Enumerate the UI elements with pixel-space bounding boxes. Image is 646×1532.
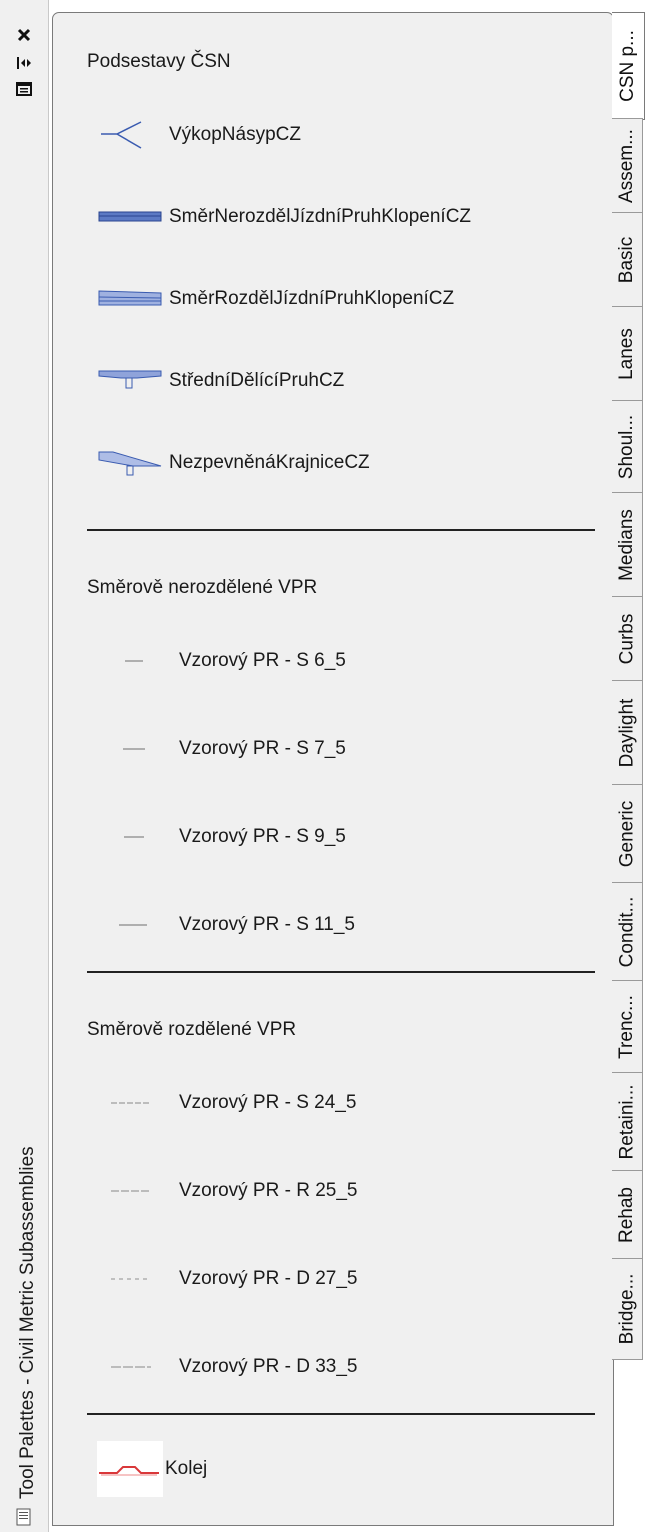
tool-item[interactable]: Vzorový PR - S 11_5 [97, 905, 355, 945]
assembly-preview-icon [97, 1259, 177, 1299]
tab-trench[interactable]: Trenc... [612, 980, 643, 1074]
section-divider [87, 971, 595, 973]
tool-item[interactable]: Vzorový PR - D 33_5 [97, 1347, 357, 1387]
tool-label: Vzorový PR - D 33_5 [179, 1356, 358, 1377]
daylight-slope-icon [97, 115, 167, 155]
tool-label: Vzorový PR - S 24_5 [179, 1092, 357, 1113]
tool-label: SměrNerozdělJízdníPruhKlopeníCZ [169, 206, 472, 227]
assembly-preview-icon [97, 1083, 177, 1123]
tool-item[interactable]: NezpevněnáKrajniceCZ [97, 443, 370, 483]
tool-label: VýkopNásypCZ [169, 124, 301, 145]
section-title: Podsestavy ČSN [87, 51, 231, 72]
tool-item[interactable]: Vzorový PR - S 7_5 [97, 729, 346, 769]
section-title: Směrově rozdělené VPR [87, 1019, 297, 1040]
assembly-preview-icon [97, 1347, 177, 1387]
tab-assemblies[interactable]: Assem... [612, 118, 643, 214]
palette-tabs: CSN p... Assem... Basic Lanes Shoul... M… [612, 12, 646, 1512]
assembly-preview-icon [97, 817, 177, 857]
assembly-preview-icon [97, 641, 177, 681]
tool-item[interactable]: Vzorový PR - D 27_5 [97, 1259, 357, 1299]
tool-label: Vzorový PR - S 9_5 [179, 826, 346, 847]
tool-label: Vzorový PR - S 7_5 [179, 738, 346, 759]
section-divider [87, 529, 595, 531]
tool-item[interactable]: SměrRozdělJízdníPruhKlopeníCZ [97, 279, 454, 319]
tool-label: NezpevněnáKrajniceCZ [169, 452, 370, 473]
palette-title-bar[interactable]: Tool Palettes - Civil Metric Subassembli… [0, 0, 49, 1532]
section-title: Směrově nerozdělené VPR [87, 577, 318, 598]
tab-csn[interactable]: CSN p... [612, 12, 645, 120]
tool-item[interactable]: SměrNerozdělJízdníPruhKlopeníCZ [97, 197, 471, 237]
tab-lanes[interactable]: Lanes [612, 306, 643, 402]
tool-item[interactable]: StředníDělícíPruhCZ [97, 361, 344, 401]
tab-rehab[interactable]: Rehab [612, 1170, 643, 1260]
tab-retaining[interactable]: Retaini... [612, 1072, 643, 1172]
tab-basic[interactable]: Basic [612, 212, 643, 308]
assembly-preview-icon [97, 729, 177, 769]
tool-label: Vzorový PR - S 11_5 [179, 914, 356, 935]
tool-label: Vzorový PR - D 27_5 [179, 1268, 358, 1289]
tab-shoulders[interactable]: Shoul... [612, 400, 643, 494]
rail-track-icon [97, 1441, 163, 1497]
tool-label: Vzorový PR - R 25_5 [179, 1180, 358, 1201]
assembly-preview-icon [97, 905, 177, 945]
palette-content: Podsestavy ČSN VýkopNásypCZ SměrNerozděl… [52, 12, 614, 1526]
tab-daylight[interactable]: Daylight [612, 680, 643, 786]
section-divider [87, 1413, 595, 1415]
tab-curbs[interactable]: Curbs [612, 596, 643, 682]
palette-menu-icon[interactable] [16, 1508, 32, 1526]
tool-item[interactable]: VýkopNásypCZ [97, 115, 301, 155]
tab-bridge[interactable]: Bridge... [612, 1258, 643, 1360]
median-icon [97, 361, 167, 401]
shoulder-icon [97, 443, 167, 483]
assembly-preview-icon [97, 1171, 177, 1211]
tool-label: SměrRozdělJízdníPruhKlopeníCZ [169, 288, 455, 309]
auto-hide-icon[interactable] [0, 50, 48, 76]
tool-label: StředníDělícíPruhCZ [169, 370, 345, 391]
tool-item[interactable]: Kolej [97, 1441, 207, 1497]
tab-medians[interactable]: Medians [612, 492, 643, 598]
undivided-lane-icon [97, 197, 167, 237]
tool-label: Kolej [165, 1458, 208, 1479]
tab-conditional[interactable]: Condit... [612, 882, 643, 982]
properties-icon[interactable] [0, 76, 48, 102]
tool-item[interactable]: Vzorový PR - S 24_5 [97, 1083, 356, 1123]
tool-item[interactable]: Vzorový PR - S 6_5 [97, 641, 346, 681]
tool-item[interactable]: Vzorový PR - S 9_5 [97, 817, 346, 857]
tool-label: Vzorový PR - S 6_5 [179, 650, 346, 671]
close-icon[interactable] [0, 22, 48, 48]
tool-item[interactable]: Vzorový PR - R 25_5 [97, 1171, 357, 1211]
divided-lane-icon [97, 279, 167, 319]
tab-generic[interactable]: Generic [612, 784, 643, 884]
